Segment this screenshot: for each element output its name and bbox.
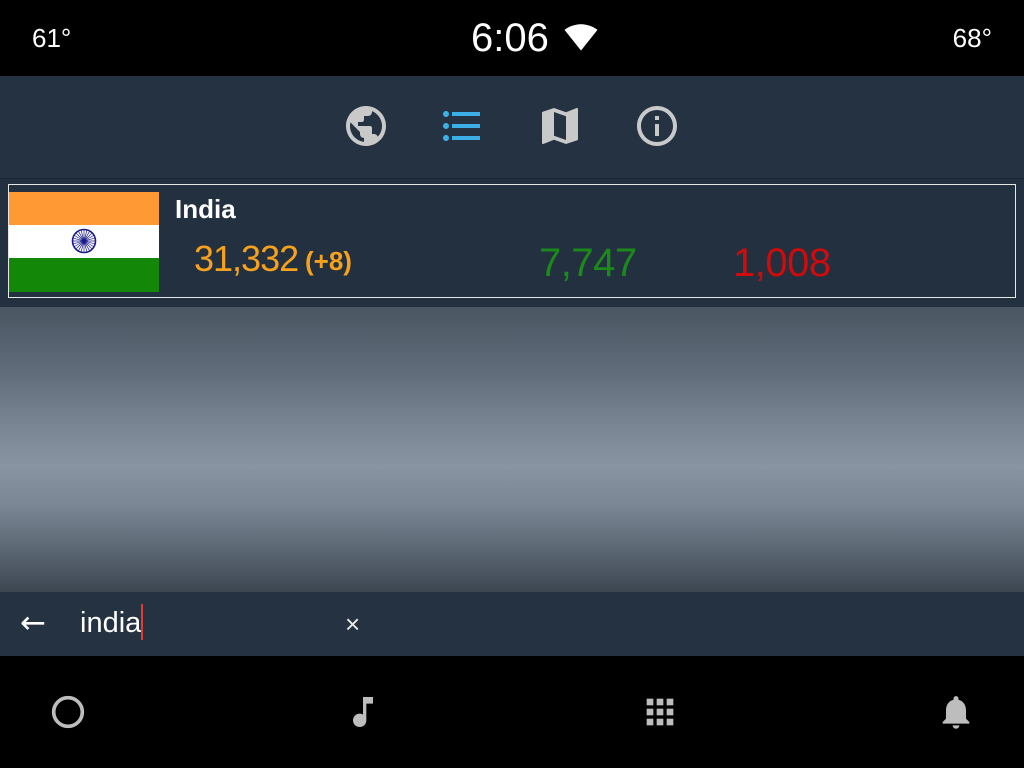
left-temperature[interactable]: 61° <box>32 0 71 76</box>
deaths-count: 1,008 <box>733 241 831 285</box>
india-flag <box>9 192 159 292</box>
search-bar: ← india × <box>0 592 1024 656</box>
notifications-button[interactable] <box>932 688 980 736</box>
music-note-icon <box>353 697 373 727</box>
flag-green-band <box>9 258 159 292</box>
media-button[interactable] <box>339 688 387 736</box>
confirmed-count: 31,332 <box>194 238 299 279</box>
back-arrow-icon[interactable]: ← <box>20 592 46 654</box>
country-name: India <box>175 194 236 224</box>
notifications-bell-icon <box>942 696 970 729</box>
tab-list[interactable] <box>434 98 490 154</box>
apps-button[interactable] <box>636 688 684 736</box>
right-temperature[interactable]: 68° <box>953 0 992 76</box>
new-cases-count: (+8) <box>305 246 352 276</box>
recovered-count: 7,747 <box>539 241 637 285</box>
wifi-icon <box>562 20 600 54</box>
tab-world[interactable] <box>338 98 394 154</box>
clear-search-button[interactable]: × <box>345 592 360 656</box>
search-input-text: india <box>80 607 142 639</box>
home-circle-icon <box>51 695 85 729</box>
tab-map[interactable] <box>532 98 588 154</box>
empty-list-area <box>0 307 1024 592</box>
bottom-nav <box>0 656 1024 768</box>
map-icon <box>542 108 578 144</box>
search-input[interactable]: india <box>80 592 330 656</box>
tab-info[interactable] <box>629 98 685 154</box>
tab-bar <box>0 76 1024 178</box>
text-cursor <box>141 604 144 641</box>
status-bar: 61° 6:06 68° <box>0 0 1024 76</box>
list-item[interactable]: India 31,332 (+8) 7,747 1,008 <box>8 184 1016 298</box>
info-icon <box>637 106 677 146</box>
globe-icon <box>346 106 386 146</box>
home-button[interactable] <box>44 688 92 736</box>
clock: 6:06 <box>471 16 549 60</box>
flag-saffron-band <box>9 192 159 225</box>
apps-grid-icon <box>646 698 674 726</box>
list-icon <box>443 111 480 141</box>
ashoka-chakra-icon <box>71 228 97 254</box>
country-list: India 31,332 (+8) 7,747 1,008 <box>0 178 1024 307</box>
